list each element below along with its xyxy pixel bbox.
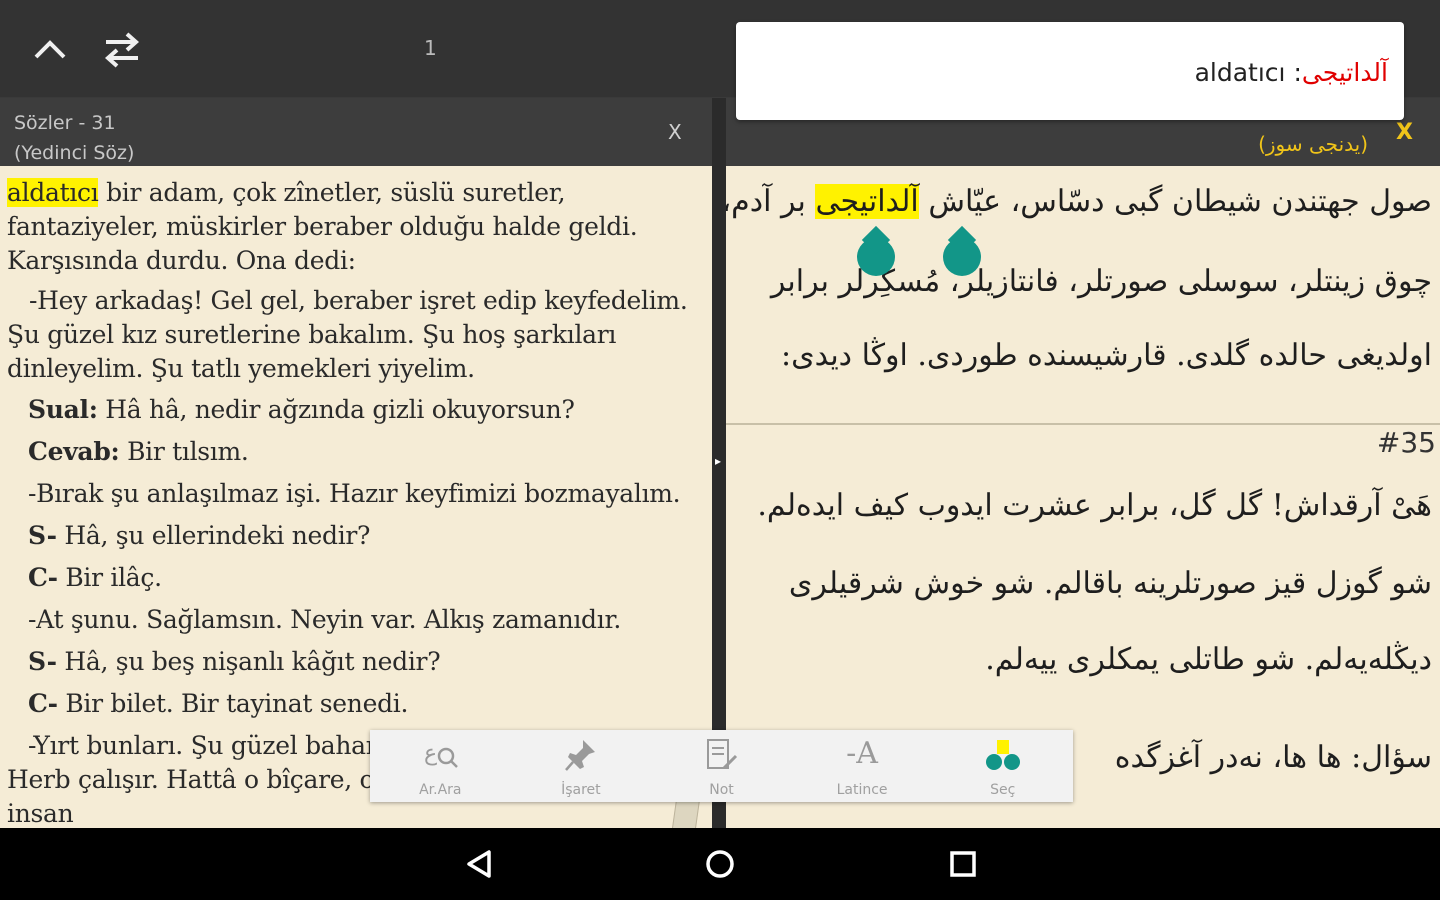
left-panel-header: Sözler - 31 (Yedinci Söz) X xyxy=(0,98,712,166)
tool-label: İşaret xyxy=(561,782,601,798)
latince-button[interactable]: -A Latince xyxy=(792,730,933,802)
ottoman-line: سؤال: ها ها، نەدر آغزگده xyxy=(1114,740,1432,775)
translation-arabic: آلداتيجى xyxy=(1301,58,1388,87)
swap-icon[interactable] xyxy=(100,28,144,72)
paragraph: aldatıcı bir adam, çok zînetler, süslü s… xyxy=(7,178,638,275)
ottoman-line: هَىْ آرقداش! گل گل، برابر عشرت ايدوب كيف… xyxy=(757,488,1432,523)
translation-popup: aldatıcı :آلداتيجى xyxy=(736,22,1404,120)
paragraph: -Hey arkadaş! Gel gel, beraber işret edi… xyxy=(7,286,688,383)
ottoman-line: شو گوزل قيز صورتلرينه باقالم. شو خوش شرق… xyxy=(788,566,1432,601)
ar-ara-button[interactable]: ع Ar.Ara xyxy=(370,730,511,802)
paragraph: -At şunu. Sağlamsın. Neyin var. Alkış za… xyxy=(28,605,622,634)
left-title-line2: (Yedinci Söz) xyxy=(14,142,135,164)
isaret-button[interactable]: İşaret xyxy=(511,730,652,802)
tool-label: Not xyxy=(709,782,734,798)
highlighted-word[interactable]: aldatıcı xyxy=(7,178,99,207)
left-title-line1: Sözler - 31 xyxy=(14,112,116,134)
translation-text: aldatıcı :آلداتيجى xyxy=(1194,58,1388,87)
paragraph: S- Hâ, şu beş nişanlı kâğıt nedir? xyxy=(28,647,441,676)
latin-text-pane[interactable]: aldatıcı bir adam, çok zînetler, süslü s… xyxy=(0,166,712,828)
pane-divider[interactable]: ▸ xyxy=(712,98,726,828)
paragraph: -Bırak şu anlaşılmaz işi. Hazır keyfimiz… xyxy=(28,479,681,508)
ottoman-line: صول جهتندن شيطان گبى دسّاس، عيّاش آلداتي… xyxy=(726,184,1432,219)
ottoman-line: اولديغى حالده گلدى. قارشيسنده طوردى. اوڭ… xyxy=(781,338,1432,373)
selection-handle-end[interactable] xyxy=(943,238,981,276)
tool-label: Latince xyxy=(836,782,888,798)
tool-label: Seç xyxy=(990,782,1016,798)
paragraph: C- Bir ilâç. xyxy=(28,563,162,592)
chevron-up-icon[interactable] xyxy=(30,30,70,70)
paragraph: Sual: Hâ hâ, nedir ağzında gizli okuyors… xyxy=(28,395,575,424)
home-icon[interactable] xyxy=(698,842,742,886)
left-close-button[interactable]: X xyxy=(668,120,682,144)
note-icon xyxy=(651,736,792,774)
paragraph: Cevab: Bir tılsım. xyxy=(28,437,249,466)
selection-toolbar: ع Ar.Ara İşaret Not -A Latince Seç xyxy=(370,730,1073,802)
left-panel-title: Sözler - 31 (Yedinci Söz) xyxy=(14,108,134,168)
arabic-search-icon: ع xyxy=(370,736,511,774)
system-nav-bar xyxy=(0,828,1440,900)
pin-icon xyxy=(511,736,652,774)
latin-font-icon: -A xyxy=(846,736,878,771)
tool-label: Ar.Ara xyxy=(419,782,462,798)
scroll-handle[interactable] xyxy=(671,798,701,828)
sec-button[interactable]: Seç xyxy=(932,730,1073,802)
ottoman-text-pane[interactable]: صول جهتندن شيطان گبى دسّاس، عيّاش آلداتي… xyxy=(726,166,1440,828)
svg-text:ع: ع xyxy=(424,741,437,766)
back-icon[interactable] xyxy=(457,842,501,886)
selection-handle-start[interactable] xyxy=(857,238,895,276)
select-handles-icon xyxy=(932,736,1073,774)
recents-icon[interactable] xyxy=(941,842,985,886)
right-panel-title: (يدنجى سوز) xyxy=(1258,132,1368,156)
section-divider xyxy=(726,423,1440,425)
page-number: 1 xyxy=(424,36,437,60)
highlighted-ottoman-word[interactable]: آلداتيجى xyxy=(815,184,919,219)
ottoman-line: ديڭله‌يه‌لم. شو طاتلى يمكلرى ييه‌لم. xyxy=(985,642,1432,677)
right-close-button[interactable]: X xyxy=(1396,120,1413,145)
paragraph: S- Hâ, şu ellerindeki nedir? xyxy=(28,521,371,550)
section-number: #35 xyxy=(1376,426,1436,459)
not-button[interactable]: Not xyxy=(651,730,792,802)
translation-latin: aldatıcı xyxy=(1194,58,1286,87)
divider-arrow-icon: ▸ xyxy=(715,454,722,468)
paragraph: C- Bir bilet. Bir tayinat senedi. xyxy=(28,689,409,718)
